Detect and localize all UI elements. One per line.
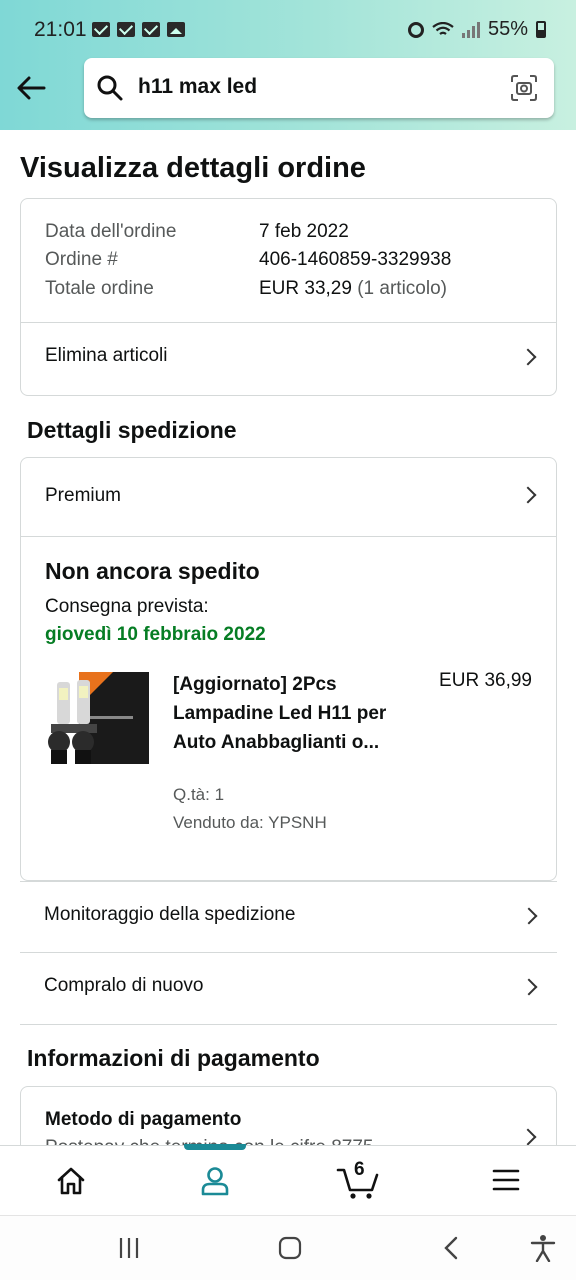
battery-icon — [536, 21, 546, 38]
signal-icon — [461, 21, 480, 38]
chevron-right-icon — [519, 348, 537, 366]
mail-icon — [117, 22, 135, 37]
notification-icons — [92, 22, 185, 37]
payment-section-title: Informazioni di pagamento — [27, 1045, 320, 1071]
camera-search-icon[interactable] — [510, 74, 538, 102]
order-date-value: 7 feb 2022 — [259, 221, 349, 242]
search-icon — [97, 75, 123, 101]
order-total-value: EUR 33,29 (1 articolo) — [259, 278, 447, 300]
chevron-right-icon — [520, 978, 538, 996]
page-title: Visualizza dettagli ordine — [20, 152, 366, 184]
shipping-method-label: Premium — [45, 485, 122, 506]
hamburger-menu-icon — [492, 1169, 520, 1191]
order-total-label: Totale ordine — [45, 278, 154, 299]
product-seller: Venduto da: YPSNH — [173, 813, 327, 832]
recent-apps-icon[interactable] — [118, 1236, 140, 1260]
chevron-right-icon — [519, 1128, 537, 1145]
battery-percent: 55% — [487, 18, 528, 40]
divider — [21, 536, 556, 537]
wifi-icon — [432, 21, 454, 35]
shipping-method-row[interactable]: Premium — [21, 458, 556, 536]
shipping-section-title: Dettagli spedizione — [27, 417, 237, 443]
chevron-right-icon — [519, 486, 537, 504]
delivery-date: giovedì 10 febbraio 2022 — [45, 624, 266, 645]
status-time: 21:01 — [34, 18, 87, 41]
mail-icon — [92, 22, 110, 37]
product-image[interactable] — [43, 666, 155, 778]
status-bar: 21:01 55% — [0, 0, 576, 62]
delete-items-label: Elimina articoli — [45, 345, 168, 366]
shipment-status: Non ancora spedito — [45, 558, 260, 584]
home-icon — [57, 1167, 85, 1195]
nav-home[interactable] — [20, 1146, 120, 1216]
payment-method-title: Metodo di pagamento — [45, 1109, 242, 1130]
home-button-icon[interactable] — [278, 1236, 302, 1260]
search-bar[interactable]: h11 max led — [84, 58, 554, 118]
alarm-icon — [407, 21, 424, 38]
order-number-label: Ordine # — [45, 249, 118, 270]
accessibility-icon[interactable] — [530, 1234, 556, 1262]
track-shipment-label: Monitoraggio della spedizione — [44, 904, 296, 925]
divider — [20, 1024, 557, 1025]
order-details-content[interactable]: Visualizza dettagli ordine Data dell'ord… — [0, 130, 576, 1145]
nav-menu[interactable] — [456, 1146, 556, 1216]
order-total-items: (1 articolo) — [357, 278, 447, 299]
product-price: EUR 36,99 — [439, 670, 532, 691]
delete-items-row[interactable]: Elimina articoli — [21, 323, 556, 396]
order-number-value: 406-1460859-3329938 — [259, 249, 452, 270]
order-summary-card: Data dell'ordine 7 feb 2022 Ordine # 406… — [20, 198, 557, 396]
back-arrow-icon[interactable] — [14, 72, 50, 104]
shipping-card: Premium Non ancora spedito Consegna prev… — [20, 457, 557, 881]
back-button-icon[interactable] — [442, 1236, 460, 1260]
delivery-label: Consegna prevista: — [45, 596, 209, 617]
payment-method-card[interactable]: Metodo di pagamento Postepay che termina… — [20, 1086, 557, 1145]
order-date-label: Data dell'ordine — [45, 221, 177, 242]
search-input[interactable]: h11 max led — [138, 75, 257, 99]
buy-again-label: Compralo di nuovo — [44, 975, 204, 996]
system-navigation-bar — [0, 1215, 576, 1280]
nav-cart[interactable] — [308, 1146, 408, 1216]
cart-count-badge: 6 — [354, 1159, 365, 1180]
photo-icon — [167, 22, 185, 37]
chevron-right-icon — [520, 907, 538, 925]
app-header: 21:01 55% h11 max led — [0, 0, 576, 130]
nav-account[interactable] — [165, 1146, 265, 1216]
bottom-navigation: 6 — [0, 1144, 576, 1216]
system-icons: 55% — [407, 18, 546, 41]
track-shipment-row[interactable]: Monitoraggio della spedizione — [20, 882, 557, 952]
user-icon — [201, 1167, 229, 1196]
buy-again-row[interactable]: Compralo di nuovo — [20, 953, 557, 1023]
product-quantity: Q.tà: 1 — [173, 785, 225, 804]
mail-icon — [142, 22, 160, 37]
product-title-link[interactable]: [Aggiornato] 2Pcs Lampadine Led H11 per … — [173, 670, 413, 757]
order-total-amount: EUR 33,29 — [259, 278, 352, 299]
